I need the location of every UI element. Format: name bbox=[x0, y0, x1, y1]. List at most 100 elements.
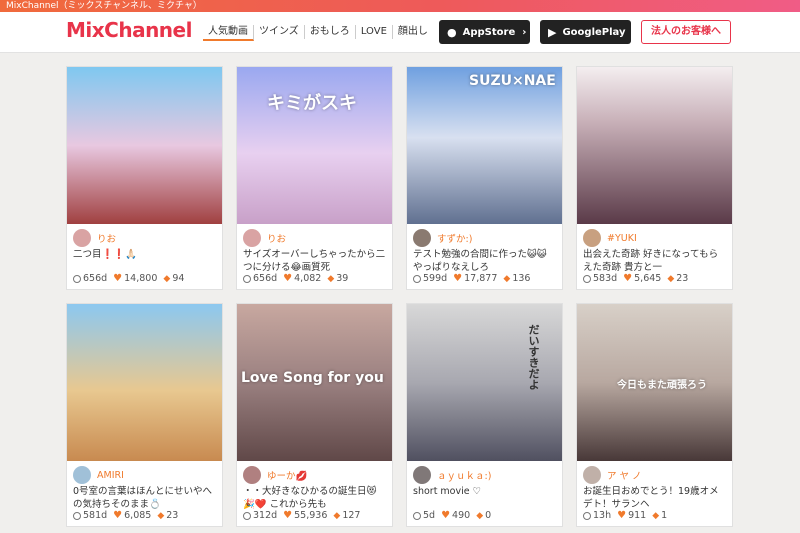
video-card[interactable]: SUZU×NAE すずか:) テスト勉強の合間に作った😺😺やっぱりなえしろ 59… bbox=[406, 66, 563, 290]
author-name[interactable]: ア ヤ ノ bbox=[607, 468, 642, 482]
heart-icon: ♥ bbox=[441, 510, 451, 521]
video-author[interactable]: ゆーか💋 bbox=[243, 466, 386, 484]
video-info: ア ヤ ノ お誕生日おめでとう！19歳オメデト！サランヘ 13h ♥ 911 ◆ 1 bbox=[577, 461, 732, 526]
comments-count: 23 bbox=[676, 273, 689, 284]
post-age: 581d bbox=[83, 510, 108, 521]
video-thumbnail[interactable]: だいすきだよ bbox=[407, 304, 562, 461]
avatar[interactable] bbox=[73, 466, 91, 484]
video-author[interactable]: りお bbox=[73, 229, 216, 247]
video-info: りお サイズオーバーしちゃったから二つに分ける😂画質死 656d ♥ 4,082 … bbox=[237, 224, 392, 289]
comments-count: 94 bbox=[172, 273, 185, 284]
video-stats: 312d ♥ 55,936 ◆ 127 bbox=[243, 510, 366, 521]
appstore-button[interactable]: ● AppStore › bbox=[439, 20, 530, 44]
age-stat: 581d bbox=[73, 510, 107, 521]
clock-icon bbox=[583, 511, 591, 520]
video-thumbnail[interactable]: 今日もまた頑張ろう bbox=[577, 304, 732, 461]
post-age: 583d bbox=[593, 273, 618, 284]
video-thumbnail[interactable]: Love Song for you bbox=[237, 304, 392, 461]
heart-icon: ♥ bbox=[283, 273, 293, 284]
avatar[interactable] bbox=[243, 229, 261, 247]
comments-count: 39 bbox=[336, 273, 349, 284]
video-stats: 599d ♥ 17,877 ◆ 136 bbox=[413, 273, 536, 284]
site-tagline: MixChannel（ミックスチャンネル、ミクチャ） bbox=[6, 1, 202, 11]
clock-icon bbox=[243, 511, 251, 520]
author-name[interactable]: ａｙｕｋａ:) bbox=[437, 468, 491, 482]
video-card[interactable]: #YÜKI 出会えた奇跡 好きになってもらえた奇跡 貴方と一 583d ♥ 5,6… bbox=[576, 66, 733, 290]
avatar[interactable] bbox=[243, 466, 261, 484]
video-author[interactable]: ａｙｕｋａ:) bbox=[413, 466, 556, 484]
video-info: AMIRI 0号室の言葉はほんとにせいやへの気持ちそのまま💍 581d ♥ 6,0… bbox=[67, 461, 222, 526]
post-age: 13h bbox=[593, 510, 612, 521]
post-age: 312d bbox=[253, 510, 278, 521]
author-name[interactable]: りお bbox=[267, 231, 286, 245]
video-author[interactable]: ア ヤ ノ bbox=[583, 466, 726, 484]
likes-stat: ♥ 5,645 bbox=[623, 273, 661, 284]
likes-stat: ♥ 17,877 bbox=[453, 273, 497, 284]
nav-face[interactable]: 顔出し bbox=[393, 25, 433, 39]
video-thumbnail[interactable]: キミがスキ bbox=[237, 67, 392, 224]
video-author[interactable]: すずか:) bbox=[413, 229, 556, 247]
comment-icon: ◆ bbox=[476, 510, 484, 521]
age-stat: 13h bbox=[583, 510, 611, 521]
apple-icon: ● bbox=[447, 25, 457, 39]
mixchannel-logo[interactable]: MixChannel bbox=[66, 18, 192, 42]
avatar[interactable] bbox=[583, 466, 601, 484]
likes-stat: ♥ 55,936 bbox=[283, 510, 327, 521]
video-description: サイズオーバーしちゃったから二つに分ける😂画質死 bbox=[243, 249, 386, 273]
age-stat: 599d bbox=[413, 273, 447, 284]
heart-icon: ♥ bbox=[113, 273, 123, 284]
heart-icon: ♥ bbox=[453, 273, 463, 284]
nav-funny[interactable]: おもしろ bbox=[305, 25, 356, 39]
video-author[interactable]: AMIRI bbox=[73, 466, 216, 484]
likes-count: 4,082 bbox=[294, 273, 322, 284]
appstore-label: AppStore bbox=[462, 26, 516, 38]
avatar[interactable] bbox=[73, 229, 91, 247]
author-name[interactable]: #YÜKI bbox=[607, 233, 637, 244]
video-thumbnail[interactable]: SUZU×NAE bbox=[407, 67, 562, 224]
video-card[interactable]: りお 二つ目❗️❗️🙏🏻 656d ♥ 14,800 ◆ 94 bbox=[66, 66, 223, 290]
video-author[interactable]: #YÜKI bbox=[583, 229, 726, 247]
video-description: short movie ♡ bbox=[413, 486, 482, 497]
video-info: ａｙｕｋａ:) short movie ♡ 5d ♥ 490 ◆ 0 bbox=[407, 461, 562, 526]
author-name[interactable]: AMIRI bbox=[97, 470, 124, 481]
corporate-button[interactable]: 法人のお客様へ bbox=[641, 20, 731, 44]
post-age: 5d bbox=[423, 510, 436, 521]
comments-stat: ◆ 94 bbox=[163, 273, 184, 284]
avatar[interactable] bbox=[413, 466, 431, 484]
avatar[interactable] bbox=[583, 229, 601, 247]
video-card[interactable]: 今日もまた頑張ろう ア ヤ ノ お誕生日おめでとう！19歳オメデト！サランヘ 1… bbox=[576, 303, 733, 527]
video-card[interactable]: だいすきだよ ａｙｕｋａ:) short movie ♡ 5d ♥ 490 ◆ 0 bbox=[406, 303, 563, 527]
comments-count: 0 bbox=[485, 510, 492, 521]
heart-icon: ♥ bbox=[617, 510, 627, 521]
avatar[interactable] bbox=[413, 229, 431, 247]
video-card[interactable]: キミがスキ りお サイズオーバーしちゃったから二つに分ける😂画質死 656d ♥… bbox=[236, 66, 393, 290]
author-name[interactable]: りお bbox=[97, 231, 116, 245]
video-description: テスト勉強の合間に作った😺😺やっぱりなえしろ bbox=[413, 249, 547, 273]
comments-stat: ◆ 23 bbox=[157, 510, 178, 521]
video-author[interactable]: りお bbox=[243, 229, 386, 247]
video-thumbnail[interactable] bbox=[577, 67, 732, 224]
category-nav: 人気動画 ツインズ おもしろ LOVE 顔出し bbox=[203, 25, 433, 41]
googleplay-button[interactable]: ▶ GooglePlay › bbox=[540, 20, 637, 44]
nav-twins[interactable]: ツインズ bbox=[254, 25, 305, 39]
likes-stat: ♥ 14,800 bbox=[113, 273, 157, 284]
video-card[interactable]: Love Song for you ゆーか💋 ・・大好きなひかるの誕生日😻🎉❤️… bbox=[236, 303, 393, 527]
likes-count: 14,800 bbox=[124, 273, 158, 284]
nav-love[interactable]: LOVE bbox=[356, 25, 393, 39]
video-stats: 656d ♥ 14,800 ◆ 94 bbox=[73, 273, 190, 284]
googleplay-label: GooglePlay bbox=[562, 26, 626, 38]
chevron-right-icon: › bbox=[632, 26, 637, 38]
video-thumbnail[interactable] bbox=[67, 67, 222, 224]
clock-icon bbox=[413, 274, 421, 283]
nav-popular[interactable]: 人気動画 bbox=[203, 25, 254, 41]
video-card[interactable]: AMIRI 0号室の言葉はほんとにせいやへの気持ちそのまま💍 581d ♥ 6,0… bbox=[66, 303, 223, 527]
author-name[interactable]: ゆーか💋 bbox=[267, 468, 307, 482]
likes-count: 490 bbox=[452, 510, 471, 521]
comments-count: 127 bbox=[342, 510, 361, 521]
video-description: 出会えた奇跡 好きになってもらえた奇跡 貴方と一 bbox=[583, 249, 719, 273]
video-stats: 581d ♥ 6,085 ◆ 23 bbox=[73, 510, 184, 521]
comments-stat: ◆ 39 bbox=[327, 273, 348, 284]
author-name[interactable]: すずか:) bbox=[437, 231, 472, 245]
likes-count: 911 bbox=[628, 510, 647, 521]
video-thumbnail[interactable] bbox=[67, 304, 222, 461]
